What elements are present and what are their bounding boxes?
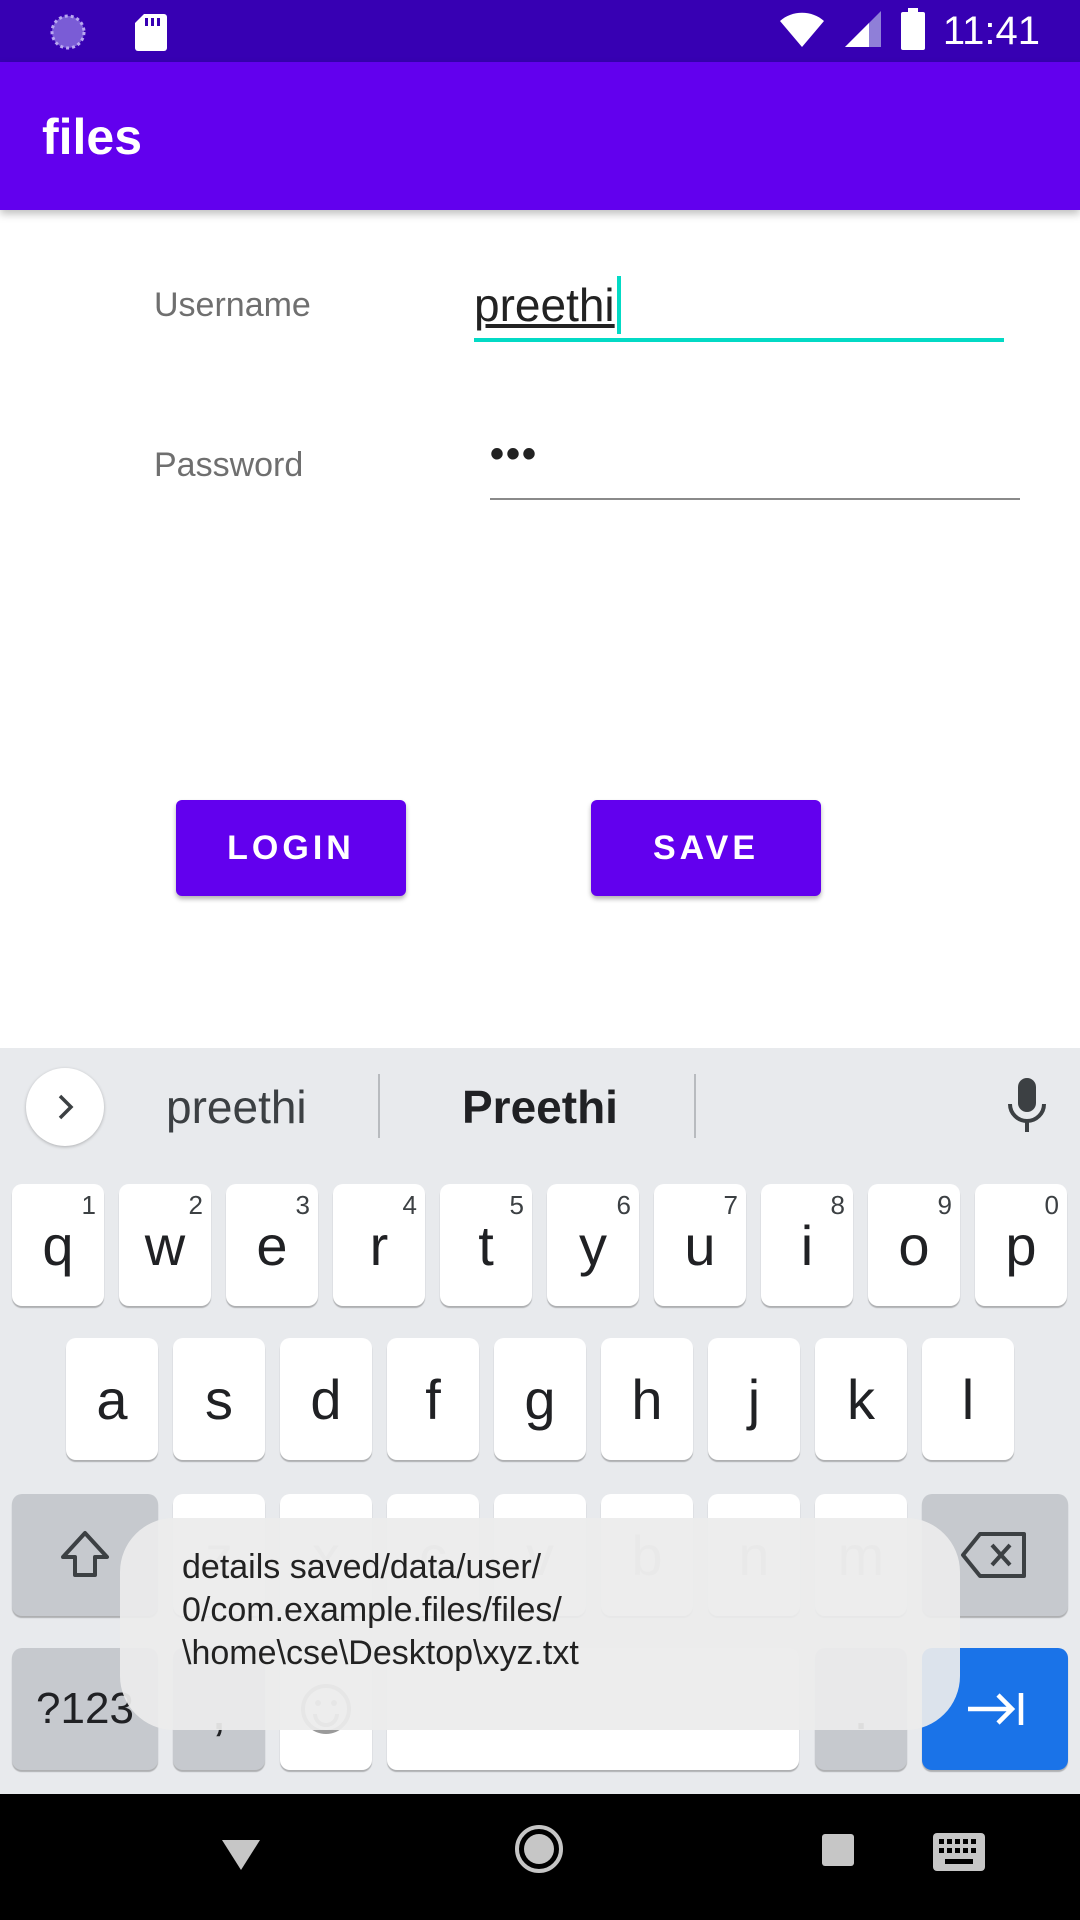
- toast-message: details saved/data/user/ 0/com.example.f…: [120, 1518, 960, 1730]
- key-t[interactable]: t5: [440, 1184, 532, 1306]
- app-bar: files: [0, 62, 1080, 210]
- back-down-icon[interactable]: [218, 1826, 264, 1881]
- key-w[interactable]: w2: [119, 1184, 211, 1306]
- password-field[interactable]: •••: [490, 430, 1020, 500]
- home-icon[interactable]: [512, 1822, 566, 1881]
- key-h[interactable]: h: [601, 1338, 693, 1460]
- backspace-icon: [961, 1532, 1026, 1578]
- signal-icon: [843, 9, 883, 54]
- key-r[interactable]: r4: [333, 1184, 425, 1306]
- sync-icon: [48, 12, 88, 57]
- sd-card-icon: [134, 12, 168, 57]
- username-underline: [474, 338, 1004, 342]
- navigation-bar: [0, 1794, 1080, 1920]
- chevron-right-icon: [58, 1094, 74, 1120]
- key-j[interactable]: j: [708, 1338, 800, 1460]
- key-k[interactable]: k: [815, 1338, 907, 1460]
- password-underline: [490, 498, 1020, 500]
- key-g[interactable]: g: [494, 1338, 586, 1460]
- shift-icon: [61, 1531, 109, 1577]
- key-hint: 8: [830, 1190, 845, 1220]
- key-hint: 6: [616, 1190, 631, 1220]
- key-hint: 1: [81, 1190, 96, 1220]
- key-a[interactable]: a: [66, 1338, 158, 1460]
- screen: 11:41 files Username preethi Password ••…: [0, 0, 1080, 1920]
- status-time: 11:41: [942, 9, 1040, 53]
- app-title: files: [42, 109, 143, 165]
- toast-line: 0/com.example.files/files/: [182, 1591, 562, 1629]
- recents-icon[interactable]: [820, 1832, 856, 1873]
- microphone-icon[interactable]: [1004, 1076, 1050, 1141]
- suggestion-divider: [694, 1074, 696, 1138]
- key-label: i: [800, 1213, 814, 1277]
- keyboard-switcher-icon[interactable]: [932, 1832, 986, 1877]
- battery-icon: [900, 8, 925, 55]
- key-u[interactable]: u7: [654, 1184, 746, 1306]
- key-e[interactable]: e3: [226, 1184, 318, 1306]
- key-label: o: [898, 1213, 930, 1277]
- password-label: Password: [154, 446, 304, 484]
- key-q[interactable]: q1: [12, 1184, 104, 1306]
- status-bar: 11:41: [0, 0, 1080, 62]
- key-label: p: [1005, 1213, 1037, 1277]
- suggestion-1[interactable]: preethi: [166, 1080, 307, 1134]
- wifi-icon: [779, 9, 825, 54]
- tab-next-icon: [968, 1693, 1024, 1725]
- key-label: r: [369, 1213, 389, 1277]
- key-label: q: [42, 1213, 74, 1277]
- key-p[interactable]: p0: [975, 1184, 1067, 1306]
- expand-suggestions-button[interactable]: [26, 1068, 104, 1146]
- key-hint: 0: [1044, 1190, 1059, 1220]
- key-y[interactable]: y6: [547, 1184, 639, 1306]
- save-button[interactable]: SAVE: [591, 800, 821, 896]
- key-hint: 4: [402, 1190, 417, 1220]
- key-label: y: [579, 1213, 607, 1277]
- key-i[interactable]: i8: [761, 1184, 853, 1306]
- key-hint: 9: [937, 1190, 952, 1220]
- key-s[interactable]: s: [173, 1338, 265, 1460]
- key-label: w: [144, 1213, 186, 1277]
- login-button[interactable]: LOGIN: [176, 800, 406, 896]
- key-label: t: [478, 1213, 494, 1277]
- key-hint: 7: [723, 1190, 738, 1220]
- username-label: Username: [154, 286, 311, 324]
- key-hint: 3: [295, 1190, 310, 1220]
- key-hint: 2: [188, 1190, 203, 1220]
- text-cursor: [616, 275, 621, 334]
- key-f[interactable]: f: [387, 1338, 479, 1460]
- suggestion-2[interactable]: Preethi: [462, 1080, 618, 1134]
- toast-line: \home\cse\Desktop\xyz.txt: [182, 1634, 579, 1672]
- key-o[interactable]: o9: [868, 1184, 960, 1306]
- username-field[interactable]: preethi: [474, 260, 1004, 342]
- toast-line: details saved/data/user/: [182, 1548, 542, 1586]
- key-label: e: [256, 1213, 288, 1277]
- suggestion-divider: [378, 1074, 380, 1138]
- key-l[interactable]: l: [922, 1338, 1014, 1460]
- suggestion-strip: preethi Preethi: [0, 1048, 1080, 1166]
- password-value: •••: [490, 432, 539, 476]
- username-value: preethi: [474, 279, 615, 331]
- key-hint: 5: [509, 1190, 524, 1220]
- key-d[interactable]: d: [280, 1338, 372, 1460]
- key-label: u: [684, 1213, 716, 1277]
